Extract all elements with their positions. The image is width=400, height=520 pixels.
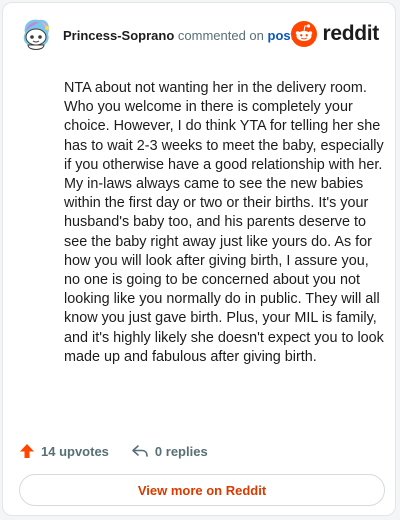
upvote-count: 14 upvotes [41, 443, 109, 459]
author-name[interactable]: Princess-Soprano [63, 28, 174, 43]
reply-button[interactable]: 0 replies [131, 443, 208, 459]
reply-count: 0 replies [154, 443, 208, 459]
reddit-brand[interactable]: reddit [291, 19, 379, 49]
embedded-comment-card: Princess-Soprano commented on post reddi… [2, 2, 396, 516]
view-more-button[interactable]: View more on Reddit [19, 474, 385, 506]
reply-arrow-icon [132, 445, 148, 457]
comment-actions: 14 upvotes 0 replies [19, 441, 208, 461]
comment-body: NTA about not wanting her in the deliver… [64, 80, 384, 365]
author-line: Princess-Soprano commented on post [63, 28, 295, 43]
action-text: commented on [177, 28, 264, 43]
reddit-logo-icon [291, 21, 318, 47]
comment-header: Princess-Soprano commented on post reddi… [17, 17, 381, 57]
brand-wordmark: reddit [322, 22, 379, 45]
user-avatar[interactable] [17, 17, 55, 55]
snoo-avatar-icon [23, 19, 49, 50]
upvote-arrow-icon [20, 444, 34, 458]
upvote-button[interactable]: 14 upvotes [19, 443, 109, 459]
